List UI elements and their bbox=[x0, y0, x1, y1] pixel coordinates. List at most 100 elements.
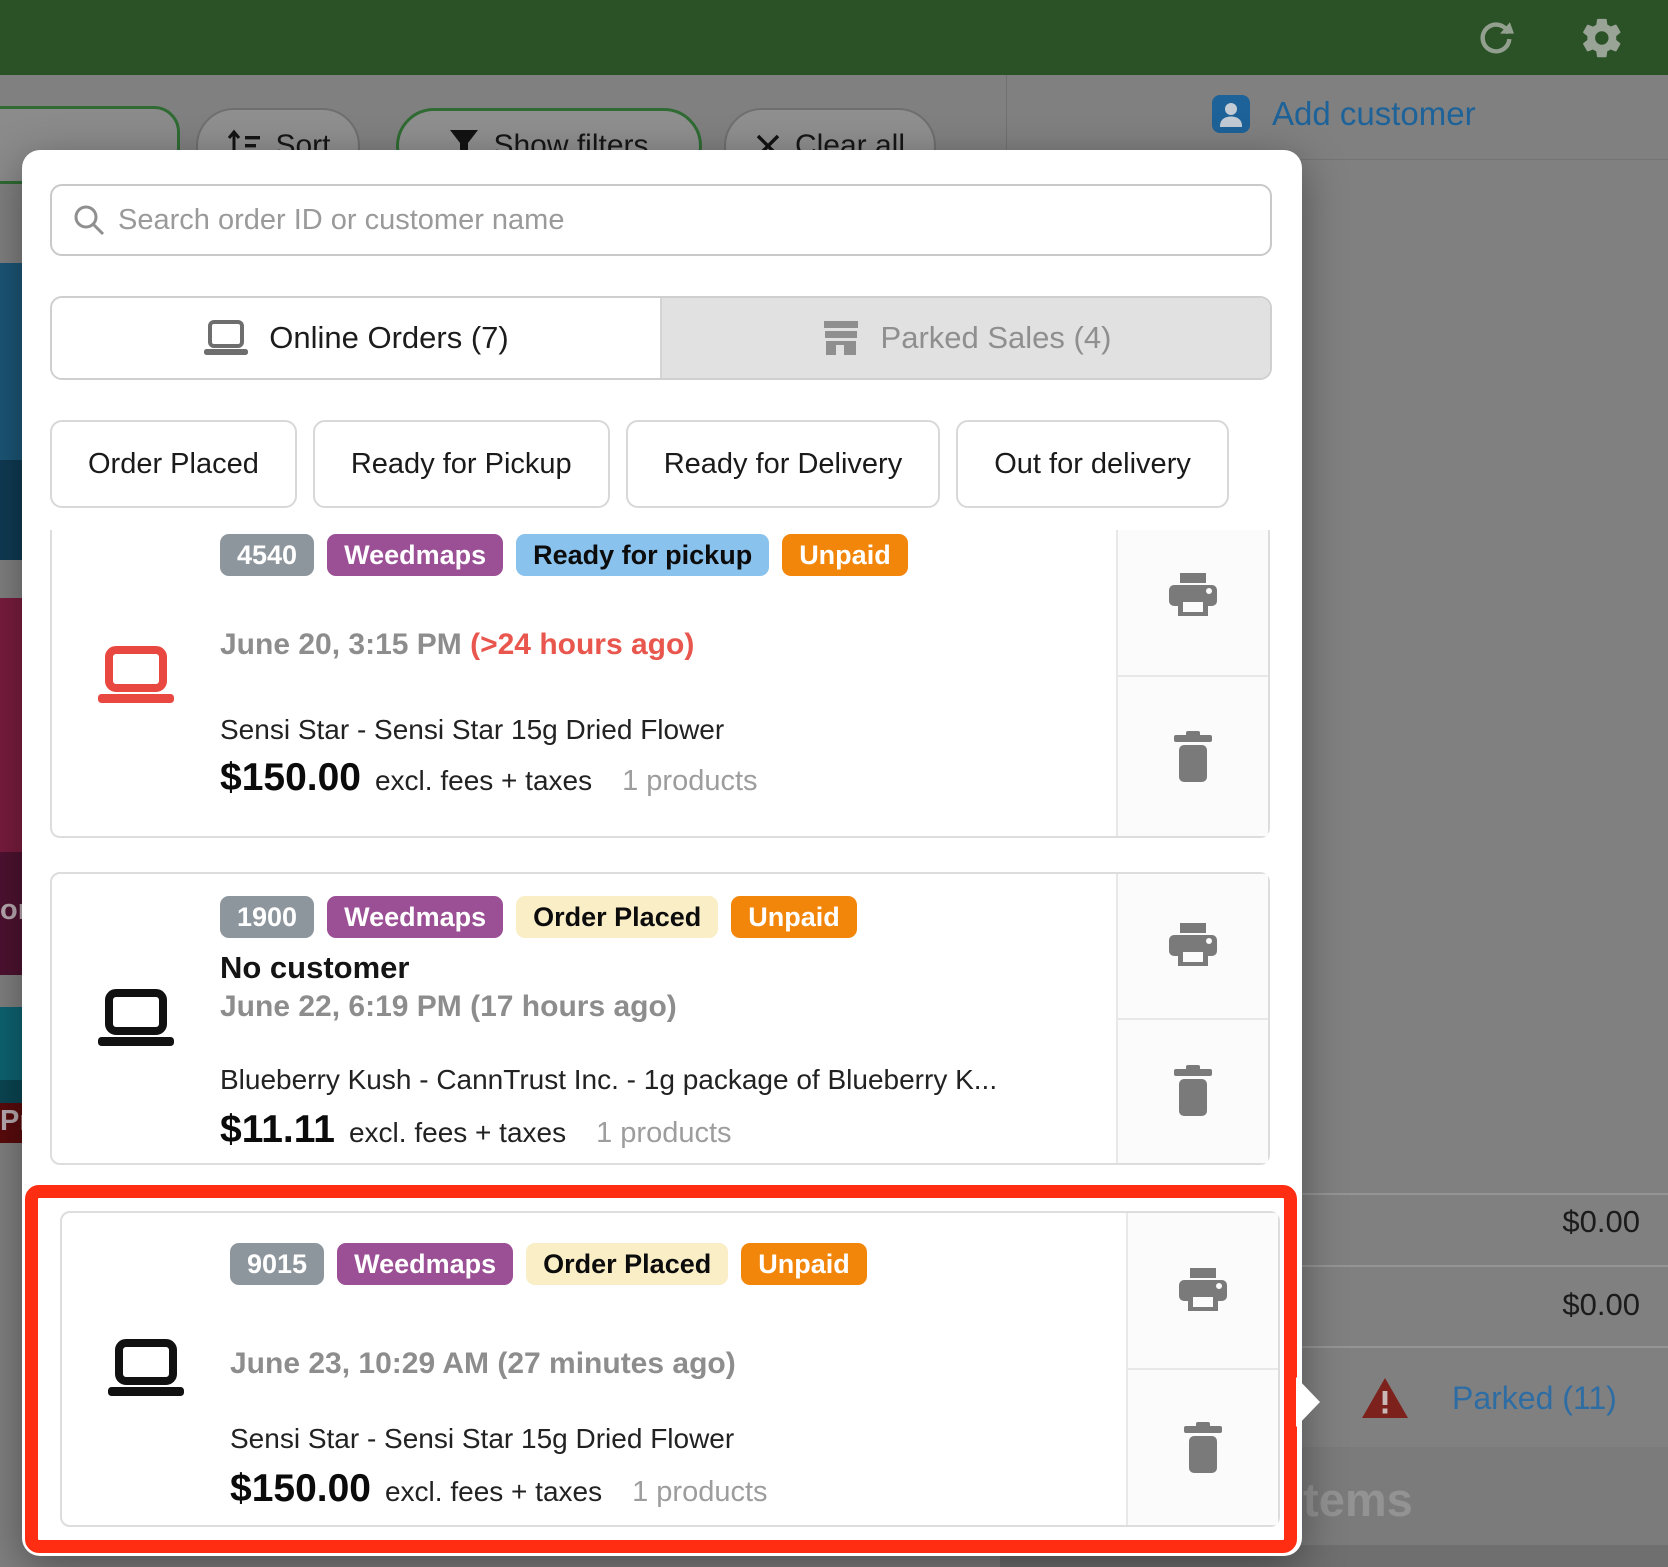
laptop-icon bbox=[108, 1339, 184, 1399]
add-customer-button[interactable]: Add customer bbox=[1212, 92, 1476, 136]
cart-items-label: items bbox=[1290, 1472, 1413, 1527]
order-actions bbox=[1116, 874, 1268, 1163]
summary-total-value: $0.00 bbox=[1340, 1287, 1640, 1323]
printer-icon bbox=[1177, 1268, 1229, 1314]
order-status-badge: Order Placed bbox=[516, 896, 718, 938]
badge-row: 1900 Weedmaps Order Placed Unpaid bbox=[220, 896, 1116, 938]
order-id-badge: 4540 bbox=[220, 534, 314, 576]
filter-ready-for-delivery[interactable]: Ready for Delivery bbox=[626, 420, 941, 508]
order-search bbox=[50, 184, 1272, 256]
product-count: 1 products bbox=[632, 1476, 767, 1509]
print-order-button[interactable] bbox=[1118, 530, 1268, 677]
category-tile-teal-footer[interactable] bbox=[0, 1080, 22, 1103]
app-header-bar bbox=[0, 0, 1668, 75]
orders-tab-bar: Online Orders (7) Parked Sales (4) bbox=[50, 296, 1272, 380]
order-list: 4540 Weedmaps Ready for pickup Unpaid Ju… bbox=[22, 530, 1302, 1556]
badge-row: 4540 Weedmaps Ready for pickup Unpaid bbox=[220, 534, 1116, 576]
order-status-badge: Ready for pickup bbox=[516, 534, 769, 576]
category-tile-red-footer[interactable]: Pr bbox=[0, 1103, 22, 1143]
order-customer: No customer bbox=[220, 950, 1116, 986]
order-product: Sensi Star - Sensi Star 15g Dried Flower bbox=[230, 1423, 1126, 1455]
print-order-button[interactable] bbox=[1128, 1213, 1278, 1370]
order-price-row: $11.11 excl. fees + taxes 1 products bbox=[220, 1108, 1116, 1152]
order-card-4540[interactable]: 4540 Weedmaps Ready for pickup Unpaid Ju… bbox=[50, 530, 1270, 838]
search-icon bbox=[72, 203, 106, 237]
laptop-icon bbox=[203, 319, 249, 357]
order-source-badge: Weedmaps bbox=[337, 1243, 513, 1285]
tile-label-fragment: Pr bbox=[0, 1105, 22, 1137]
add-customer-label: Add customer bbox=[1272, 95, 1476, 133]
filter-ready-for-pickup[interactable]: Ready for Pickup bbox=[313, 420, 610, 508]
order-product: Sensi Star - Sensi Star 15g Dried Flower bbox=[220, 714, 1116, 746]
order-channel bbox=[62, 1213, 230, 1525]
category-tile-blue[interactable] bbox=[0, 263, 22, 460]
order-id-badge: 9015 bbox=[230, 1243, 324, 1285]
tab-parked-sales-label: Parked Sales (4) bbox=[881, 320, 1112, 356]
order-age-alert: (>24 hours ago) bbox=[470, 628, 694, 661]
delete-order-button[interactable] bbox=[1118, 677, 1268, 836]
refresh-icon bbox=[1474, 16, 1518, 60]
status-filter-row: Order Placed Ready for Pickup Ready for … bbox=[50, 420, 1229, 508]
tile-label-fragment: on bbox=[0, 894, 22, 926]
trash-icon bbox=[1171, 731, 1215, 783]
order-price: $150.00 bbox=[230, 1467, 371, 1511]
trash-icon bbox=[1171, 1065, 1215, 1117]
filter-out-for-delivery[interactable]: Out for delivery bbox=[956, 420, 1229, 508]
category-tile-teal[interactable] bbox=[0, 1007, 22, 1080]
order-actions bbox=[1126, 1213, 1278, 1525]
filter-order-placed[interactable]: Order Placed bbox=[50, 420, 297, 508]
toolbar-divider bbox=[1006, 75, 1007, 159]
order-date: June 23, 10:29 AM (27 minutes ago) bbox=[230, 1347, 1126, 1381]
order-product: Blueberry Kush - CannTrust Inc. - 1g pac… bbox=[220, 1064, 1116, 1096]
customer-badge-icon bbox=[1212, 95, 1250, 133]
laptop-icon bbox=[98, 989, 174, 1049]
trash-icon bbox=[1181, 1422, 1225, 1474]
payment-status-badge: Unpaid bbox=[782, 534, 908, 576]
print-order-button[interactable] bbox=[1118, 874, 1268, 1020]
parked-label: Parked (11) bbox=[1452, 1380, 1617, 1417]
product-count: 1 products bbox=[596, 1117, 731, 1150]
price-note: excl. fees + taxes bbox=[349, 1117, 566, 1149]
badge-row: 9015 Weedmaps Order Placed Unpaid bbox=[230, 1243, 1126, 1285]
refresh-button[interactable] bbox=[1472, 14, 1520, 62]
order-source-badge: Weedmaps bbox=[327, 534, 503, 576]
order-search-input[interactable] bbox=[50, 184, 1272, 256]
warning-triangle-icon bbox=[1360, 1376, 1410, 1420]
laptop-icon bbox=[98, 646, 174, 706]
gear-icon bbox=[1579, 15, 1625, 61]
product-count: 1 products bbox=[622, 765, 757, 798]
order-price-row: $150.00 excl. fees + taxes 1 products bbox=[230, 1467, 1126, 1511]
delete-order-button[interactable] bbox=[1118, 1020, 1268, 1164]
printer-icon bbox=[1167, 573, 1219, 619]
order-date: June 22, 6:19 PM (17 hours ago) bbox=[220, 990, 1116, 1024]
payment-status-badge: Unpaid bbox=[741, 1243, 867, 1285]
store-icon bbox=[821, 319, 861, 357]
order-status-badge: Order Placed bbox=[526, 1243, 728, 1285]
order-card-1900[interactable]: 1900 Weedmaps Order Placed Unpaid No cus… bbox=[50, 872, 1270, 1165]
category-tile-maroon[interactable] bbox=[0, 598, 22, 852]
price-note: excl. fees + taxes bbox=[385, 1476, 602, 1508]
settings-button[interactable] bbox=[1578, 14, 1626, 62]
order-card-9015[interactable]: 9015 Weedmaps Order Placed Unpaid June 2… bbox=[60, 1211, 1280, 1527]
parked-button[interactable]: Parked (11) bbox=[1360, 1376, 1617, 1420]
order-id-badge: 1900 bbox=[220, 896, 314, 938]
order-actions bbox=[1116, 530, 1268, 836]
delete-order-button[interactable] bbox=[1128, 1370, 1278, 1525]
order-price: $150.00 bbox=[220, 756, 361, 800]
price-note: excl. fees + taxes bbox=[375, 765, 592, 797]
highlighted-order-outline: 9015 Weedmaps Order Placed Unpaid June 2… bbox=[25, 1185, 1297, 1553]
category-tile-maroon-footer[interactable]: on bbox=[0, 852, 22, 975]
printer-icon bbox=[1167, 923, 1219, 969]
order-price: $11.11 bbox=[220, 1108, 335, 1152]
category-tile-blue-footer[interactable] bbox=[0, 460, 22, 560]
tab-online-orders-label: Online Orders (7) bbox=[269, 320, 508, 356]
pos-screen: Sort Show filters Clear all Add customer… bbox=[0, 0, 1668, 1567]
order-price-row: $150.00 excl. fees + taxes 1 products bbox=[220, 756, 1116, 800]
tab-parked-sales[interactable]: Parked Sales (4) bbox=[660, 298, 1270, 378]
order-source-badge: Weedmaps bbox=[327, 896, 503, 938]
online-orders-popover: Online Orders (7) Parked Sales (4) Order… bbox=[22, 150, 1302, 1556]
order-channel bbox=[52, 874, 220, 1163]
tab-online-orders[interactable]: Online Orders (7) bbox=[52, 298, 660, 378]
summary-subtotal-value: $0.00 bbox=[1340, 1204, 1640, 1240]
payment-status-badge: Unpaid bbox=[731, 896, 857, 938]
